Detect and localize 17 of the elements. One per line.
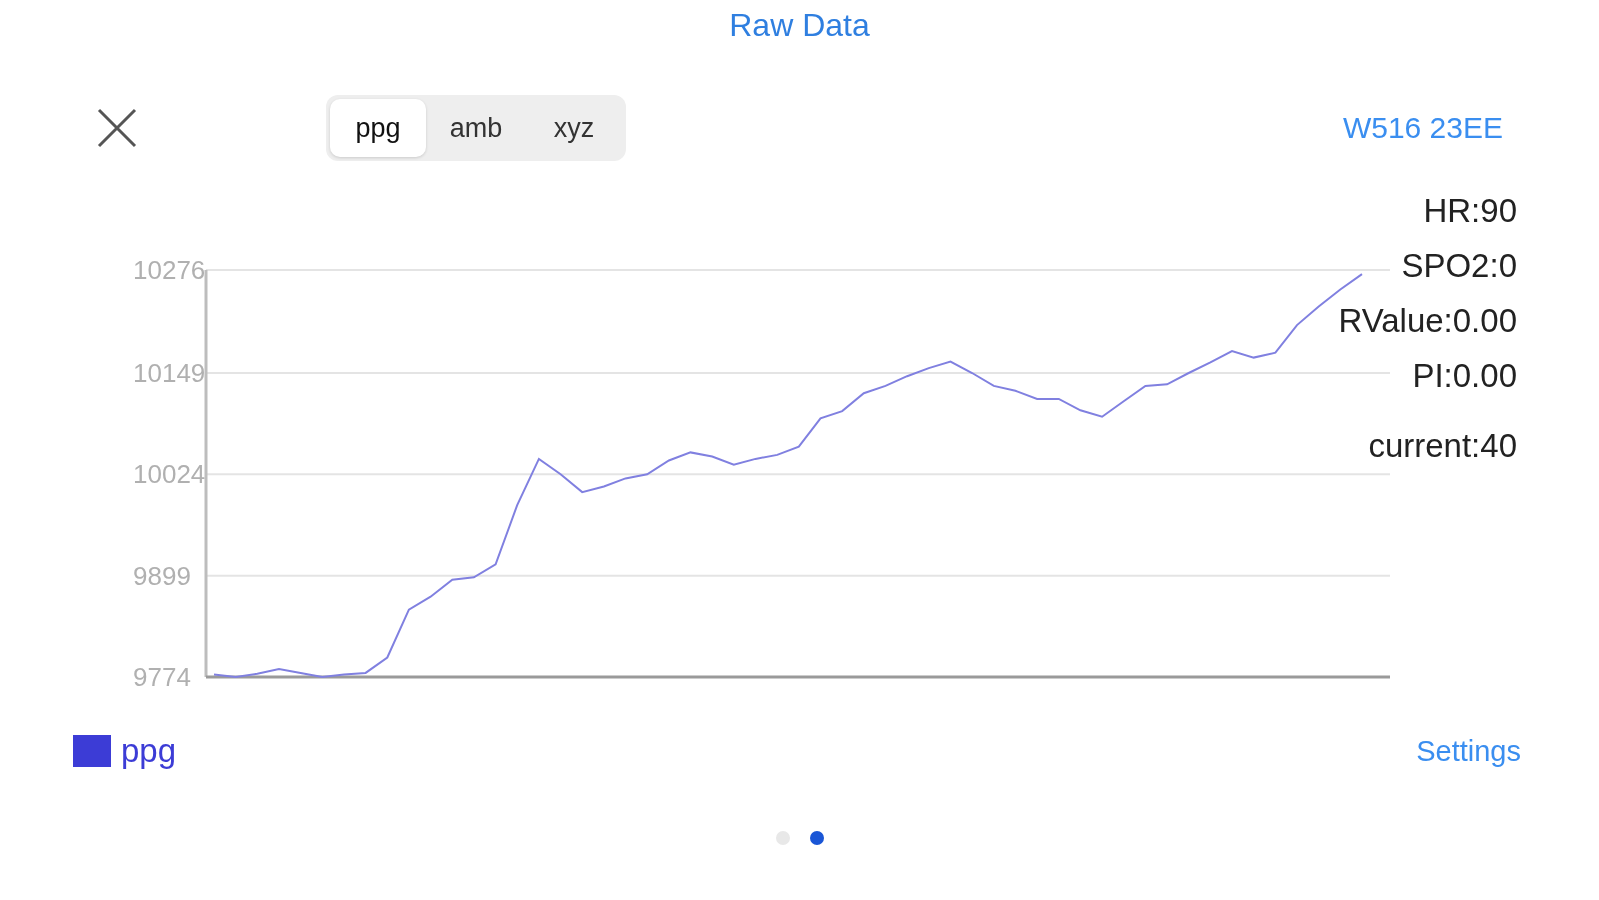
page-indicator-dot[interactable] <box>810 831 824 845</box>
y-tick-label: 9774 <box>133 662 191 692</box>
tab[interactable]: xyz <box>526 99 622 157</box>
y-tick-label: 10149 <box>133 357 206 388</box>
close-icon[interactable] <box>96 107 138 149</box>
reading-text: HR:90 <box>1423 191 1517 231</box>
reading-text: SPO2:0 <box>1401 246 1517 286</box>
screen-title: Raw Data <box>729 6 870 44</box>
reading-text: PI:0.00 <box>1412 356 1517 396</box>
tab[interactable]: ppg <box>330 99 426 157</box>
tab[interactable]: amb <box>428 99 524 157</box>
y-tick-label: 9899 <box>133 560 191 591</box>
reading-text: current:40 <box>1368 426 1517 466</box>
y-tick-label: 10024 <box>133 459 206 490</box>
y-tick-label: 10276 <box>133 255 206 285</box>
reading-text: RValue:0.00 <box>1338 301 1517 341</box>
legend-label: ppg <box>121 732 177 770</box>
